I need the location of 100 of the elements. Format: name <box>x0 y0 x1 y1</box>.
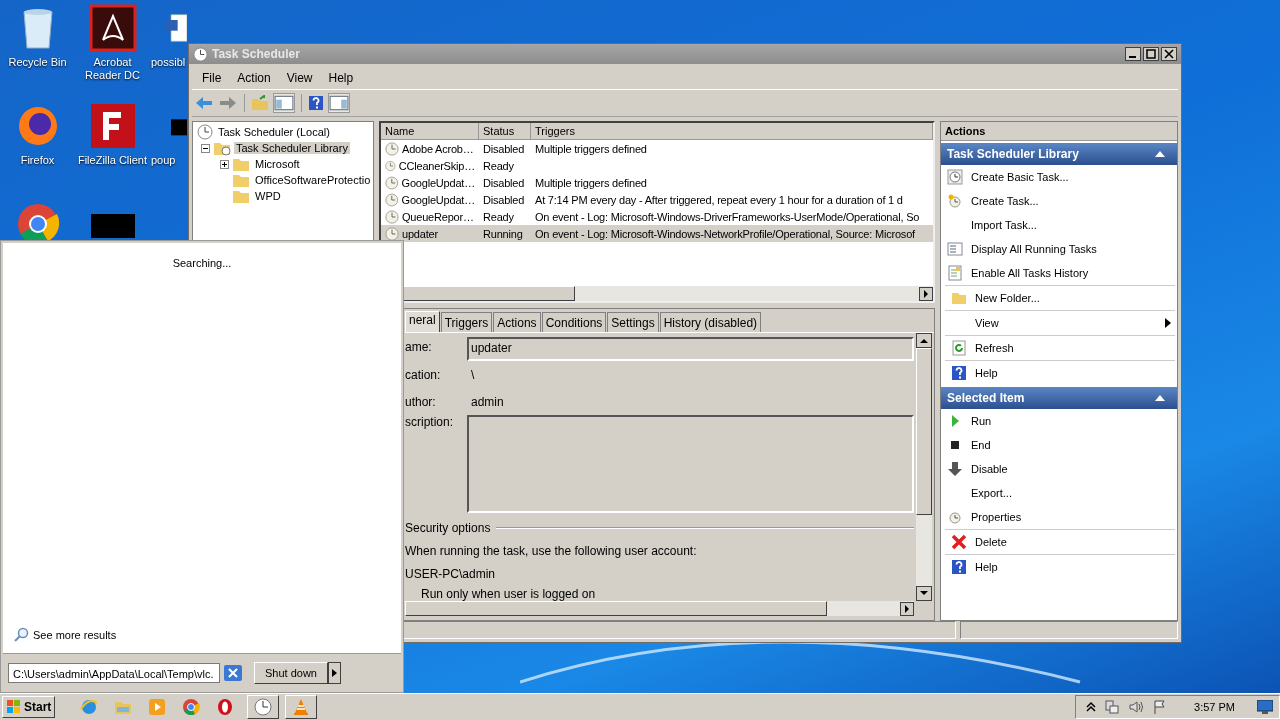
task-row[interactable]: GoogleUpdat… Disabled Multiple triggers defined <box>381 174 933 191</box>
menu-item[interactable]: View <box>278 69 321 87</box>
column-header[interactable]: Triggers <box>531 123 933 139</box>
clock-icon <box>385 226 399 241</box>
radio-option[interactable]: Run only when user is logged on <box>405 587 914 601</box>
command-link[interactable]: Display All Running Tasks <box>971 243 1097 255</box>
clock-icon[interactable] <box>247 695 280 719</box>
help-icon[interactable] <box>308 95 324 111</box>
command-link[interactable]: New Folder... <box>975 292 1040 304</box>
speaker-icon[interactable] <box>1128 699 1145 715</box>
pdf-app-icon[interactable] <box>88 4 137 52</box>
command-link[interactable]: Create Basic Task... <box>971 171 1069 183</box>
tab[interactable]: Triggers <box>440 312 493 332</box>
desktop-icon-label[interactable]: Firefox <box>20 154 55 167</box>
collapse-toggle-icon[interactable] <box>201 143 210 153</box>
desktop-icon-label[interactable]: poup <box>151 154 176 167</box>
tab[interactable]: History (disabled) <box>659 312 762 332</box>
desktop-icon-label[interactable]: FileZilla Client <box>77 154 148 167</box>
table-cell-text: Ready <box>482 210 515 223</box>
show-hidden-icons-icon[interactable] <box>1086 701 1097 713</box>
command-link[interactable]: Properties <box>971 511 1022 523</box>
start-button[interactable]: Start <box>2 696 56 718</box>
desktop-icon-label[interactable]: possibl <box>151 56 186 69</box>
tree-item[interactable]: Microsoft <box>253 158 302 170</box>
clock-icon <box>193 46 208 62</box>
tree-item[interactable]: OfficeSoftwareProtectio <box>253 174 373 186</box>
folder-clock-icon <box>213 140 231 156</box>
ftp-app-icon[interactable] <box>88 102 137 150</box>
tree-item[interactable]: Task Scheduler Library <box>234 142 350 154</box>
scroll-thumb[interactable] <box>405 601 827 616</box>
column-header[interactable]: Name <box>381 123 479 139</box>
start-logo-icon[interactable] <box>6 699 22 715</box>
minimize-icon[interactable] <box>1125 47 1141 61</box>
task-row[interactable]: Adobe Acrob… Disabled Multiple triggers defined <box>381 140 933 157</box>
task-row[interactable]: QueueRepor… Ready On event - Log: Microsoft-Windows-DriverFrameworks-UserMode/Operational, So <box>381 208 933 225</box>
command-link[interactable]: Disable <box>971 463 1008 475</box>
section-header[interactable]: Task Scheduler Library <box>941 143 1177 165</box>
clear-icon[interactable] <box>224 665 242 681</box>
table-cell-text: Ready <box>482 159 515 172</box>
field-label: scription: <box>405 415 455 429</box>
pane-toggle-icon[interactable] <box>273 93 295 113</box>
vertical-scrollbar[interactable] <box>916 333 932 601</box>
folder-icon <box>232 156 250 172</box>
show-desktop-icon[interactable] <box>1257 700 1273 714</box>
search-field[interactable]: C:\Users\admin\AppData\Local\Temp\vlc. <box>8 663 220 683</box>
command-link[interactable]: End <box>971 439 991 451</box>
desktop-icon-label[interactable]: Recycle Bin <box>8 56 67 69</box>
collapse-arrow-icon[interactable] <box>1155 151 1165 157</box>
field-value: \ <box>470 367 475 382</box>
menu-item[interactable]: Action <box>229 69 279 87</box>
action-pane-icon[interactable] <box>328 93 350 113</box>
submenu-arrow-icon <box>1165 318 1171 328</box>
search-status: Searching... <box>172 257 232 269</box>
command-link[interactable]: Create Task... <box>971 195 1039 207</box>
command-link[interactable]: Run <box>971 415 992 427</box>
scroll-up-icon[interactable] <box>916 333 932 348</box>
tree-item[interactable]: Task Scheduler (Local) <box>216 126 332 138</box>
traffic-cone-icon[interactable] <box>285 695 318 719</box>
task-row[interactable]: updater Running On event - Log: Microsoft-Windows-NetworkProfile/Operational, Source: Microsof <box>381 225 933 242</box>
task-row[interactable]: GoogleUpdat… Disabled At 7:14 PM every day - After triggered, repeat every 1 hour for a duration of 1 d <box>381 191 933 208</box>
name-field[interactable]: updater <box>467 337 914 361</box>
horizontal-scrollbar[interactable] <box>405 601 914 616</box>
scroll-right-icon[interactable] <box>919 286 933 301</box>
command-link[interactable]: Delete <box>975 536 1007 548</box>
tab[interactable]: neral <box>405 311 440 332</box>
command-link[interactable]: Enable All Tasks History <box>971 267 1089 279</box>
description-field[interactable] <box>467 415 914 513</box>
command-link[interactable]: View <box>975 317 999 329</box>
maximize-icon[interactable] <box>1143 47 1159 61</box>
table-cell: Adobe Acrob… <box>402 142 474 155</box>
menu-item[interactable]: File <box>194 69 230 87</box>
task-row[interactable]: CCleanerSkip… Ready <box>381 157 933 174</box>
table-cell-text: At 7:14 PM every day - After triggered, repeat every 1 hour for a duration of 1 d <box>534 193 904 206</box>
command-link[interactable]: Refresh <box>975 342 1014 354</box>
tab[interactable]: Conditions <box>541 312 607 332</box>
desktop-icon-label[interactable]: Acrobat Reader DC <box>76 56 149 82</box>
tree-item[interactable]: WPD <box>253 190 283 202</box>
account-prompt: When running the task, use the following user account: <box>405 544 698 558</box>
collapse-arrow-icon[interactable] <box>1155 395 1165 401</box>
section-header[interactable]: Selected Item <box>941 387 1177 409</box>
scroll-down-icon[interactable] <box>916 586 932 601</box>
tab[interactable]: Actions <box>493 312 541 332</box>
table-cell: QueueRepor… <box>402 210 474 223</box>
clock-time[interactable]: 3:57 PM <box>1194 701 1235 713</box>
command-link[interactable]: Export... <box>971 487 1012 499</box>
scroll-thumb[interactable] <box>916 348 932 515</box>
command-link[interactable]: Help <box>975 561 998 573</box>
table-cell-text: Running <box>482 227 524 240</box>
tab[interactable]: Settings <box>607 312 659 332</box>
column-header[interactable]: Status <box>479 123 531 139</box>
see-more-results-link[interactable]: See more results <box>33 629 117 641</box>
network-icon[interactable] <box>1104 699 1121 715</box>
command-link[interactable]: Help <box>975 367 998 379</box>
shut-down-button[interactable]: Shut down <box>254 662 328 684</box>
close-icon[interactable] <box>1161 47 1177 61</box>
command-link[interactable]: Import Task... <box>971 219 1037 231</box>
menu-item[interactable]: Help <box>320 69 362 87</box>
scroll-right-icon[interactable] <box>900 601 914 616</box>
caret-icon[interactable] <box>328 662 341 684</box>
expand-toggle-icon[interactable] <box>220 159 229 169</box>
